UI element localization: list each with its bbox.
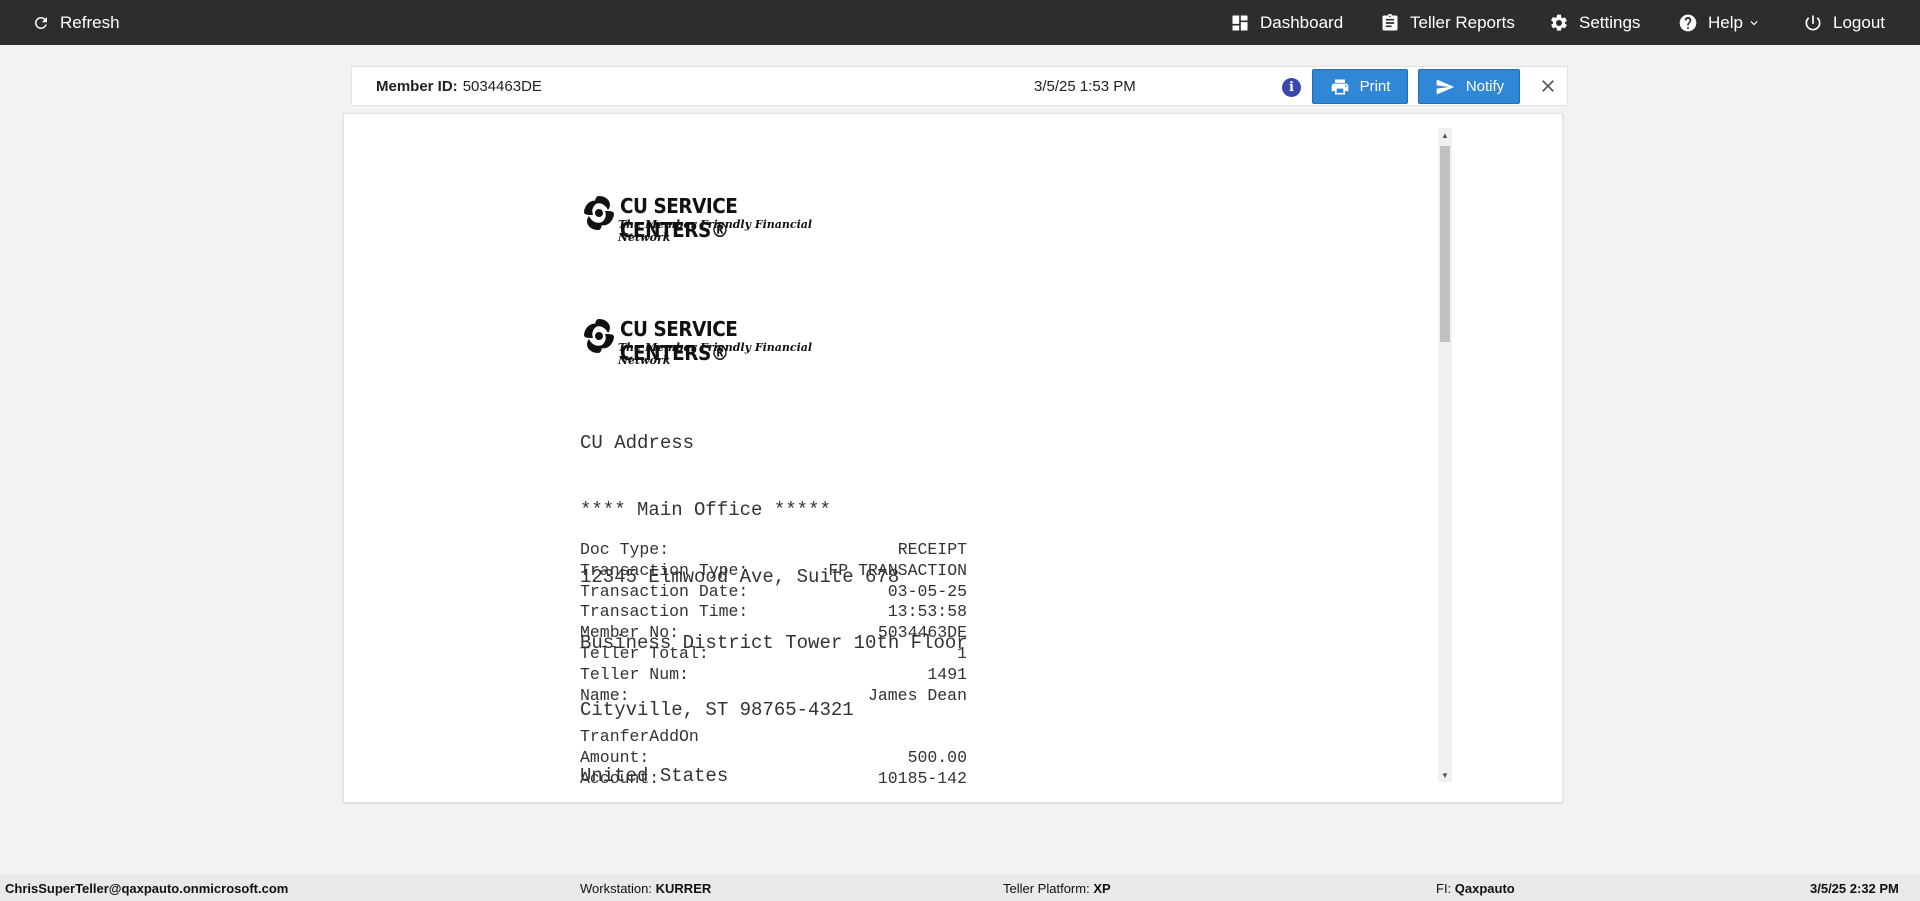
detail-label: Teller Total: (580, 643, 709, 663)
detail-value: 500.00 (907, 747, 967, 767)
gear-icon (1551, 14, 1567, 31)
notify-label: Notify (1465, 78, 1505, 95)
receipt-header: Member ID: 5034463DE 3/5/25 1:53 PM i Pr… (351, 66, 1568, 106)
status-workstation: Workstation: KURRER (580, 875, 711, 901)
workstation-label: Workstation: (580, 880, 653, 896)
platform-value: XP (1093, 880, 1111, 896)
detail-row: Teller Total: 1 (580, 644, 967, 665)
receipt-scrollbar[interactable]: ▲ ▼ (1438, 128, 1452, 782)
swirl-logo-icon (584, 319, 614, 353)
notify-button[interactable]: Notify (1418, 69, 1520, 104)
detail-label: Doc Type: (580, 540, 670, 559)
logout-label: Logout (1833, 12, 1885, 32)
section-title-text: TranferAddOn (580, 727, 699, 747)
clipboard-icon (1382, 13, 1398, 31)
nav-dashboard-label: Dashboard (1260, 12, 1344, 32)
detail-row: Doc Type: RECEIPT (580, 540, 967, 561)
detail-row: Transaction Date: 03-05-25 (580, 582, 967, 603)
nav-help[interactable]: Help (1678, 0, 1761, 45)
nav-help-label: Help (1708, 12, 1743, 32)
printer-icon (1331, 79, 1348, 94)
send-icon (1436, 79, 1454, 94)
status-teller-platform: Teller Platform: XP (1003, 875, 1111, 901)
print-button[interactable]: Print (1312, 69, 1408, 104)
receipt-document[interactable]: CU SERVICE CENTERS® The Member Friendly … (344, 126, 1438, 796)
detail-row: Name: James Dean (580, 686, 967, 707)
detail-row: Member No: 5034463DE (580, 623, 967, 644)
detail-label: Transaction Time: (580, 602, 749, 622)
member-id-label: Member ID: (376, 77, 458, 95)
detail-row: Amount: 500.00 (580, 748, 967, 769)
refresh-icon (34, 16, 47, 29)
receipt-panel: CU SERVICE CENTERS® The Member Friendly … (343, 113, 1563, 803)
scroll-thumb[interactable] (1440, 146, 1450, 342)
detail-label: Amount: (580, 747, 650, 767)
info-icon[interactable]: i (1282, 78, 1301, 97)
detail-label: Transaction Date: (580, 581, 749, 601)
fi-label: FI: (1436, 880, 1452, 896)
detail-value: 13:53:58 (887, 602, 967, 622)
status-fi: FI: Qaxpauto (1436, 875, 1515, 901)
detail-label: Account: (580, 768, 660, 788)
address-line: **** Main Office ***** (580, 499, 831, 522)
nav-teller-reports-label: Teller Reports (1410, 12, 1515, 32)
detail-label: Transaction Type: (580, 560, 749, 580)
nav-settings[interactable]: Settings (1549, 0, 1640, 45)
detail-label: Teller Num: (580, 664, 689, 684)
close-icon[interactable] (1538, 76, 1558, 96)
nav-teller-reports[interactable]: Teller Reports (1380, 0, 1515, 45)
detail-value: 10185-142 (877, 768, 967, 788)
scroll-down-arrow-icon[interactable]: ▼ (1438, 768, 1452, 782)
status-user: ChrisSuperTeller@qaxpauto.onmicrosoft.co… (5, 880, 289, 896)
member-id-value: 5034463DE (462, 77, 542, 95)
help-icon (1679, 14, 1697, 31)
logo-tagline: The Member Friendly Financial Network (618, 341, 813, 367)
refresh-label: Refresh (60, 12, 120, 32)
detail-value: James Dean (867, 685, 967, 705)
platform-label: Teller Platform: (1003, 880, 1090, 896)
print-label: Print (1359, 78, 1391, 95)
fi-value: Qaxpauto (1454, 880, 1515, 896)
receipt-details: Doc Type: RECEIPT Transaction Type: FP TRA… (580, 540, 967, 790)
detail-label: Member No: (580, 623, 680, 643)
detail-value: 1491 (927, 664, 967, 684)
detail-row: Transaction Time: 13:53:58 (580, 602, 967, 623)
cu-service-centers-logo: CU SERVICE CENTERS® The Member Friendly … (580, 315, 830, 367)
section-title: TranferAddOn (580, 727, 967, 748)
detail-value: 1 (957, 643, 967, 663)
dashboard-icon (1232, 15, 1248, 30)
detail-value: 5034463DE (877, 623, 967, 643)
swirl-logo-icon (584, 196, 614, 230)
logo-tagline: The Member Friendly Financial Network (618, 218, 813, 244)
power-icon (1805, 15, 1821, 30)
member-id: Member ID: 5034463DE (376, 67, 542, 105)
scroll-up-arrow-icon[interactable]: ▲ (1438, 128, 1452, 142)
workstation-value: KURRER (655, 880, 712, 896)
detail-row: Account: 10185-142 (580, 769, 967, 790)
detail-value: 03-05-25 (887, 581, 967, 601)
detail-row: Teller Num: 1491 (580, 665, 967, 686)
status-bar: ChrisSuperTeller@qaxpauto.onmicrosoft.co… (0, 875, 1920, 901)
cu-service-centers-logo: CU SERVICE CENTERS® The Member Friendly … (580, 192, 830, 244)
status-datetime: 3/5/25 2:32 PM (1810, 880, 1899, 896)
receipt-datetime: 3/5/25 1:53 PM (1034, 77, 1136, 95)
detail-value: RECEIPT (897, 540, 967, 559)
logout-button[interactable]: Logout (1803, 0, 1885, 45)
chevron-down-icon (1750, 20, 1758, 25)
detail-value: FP TRANSACTION (828, 560, 967, 580)
refresh-button[interactable]: Refresh (32, 0, 120, 45)
detail-row: Transaction Type: FP TRANSACTION (580, 561, 967, 582)
top-nav-bar: Refresh Dashboard Teller Reports Setting… (0, 0, 1920, 45)
nav-settings-label: Settings (1579, 12, 1641, 32)
detail-label: Name: (580, 685, 630, 705)
address-line: CU Address (580, 432, 695, 455)
nav-dashboard[interactable]: Dashboard (1230, 0, 1343, 45)
